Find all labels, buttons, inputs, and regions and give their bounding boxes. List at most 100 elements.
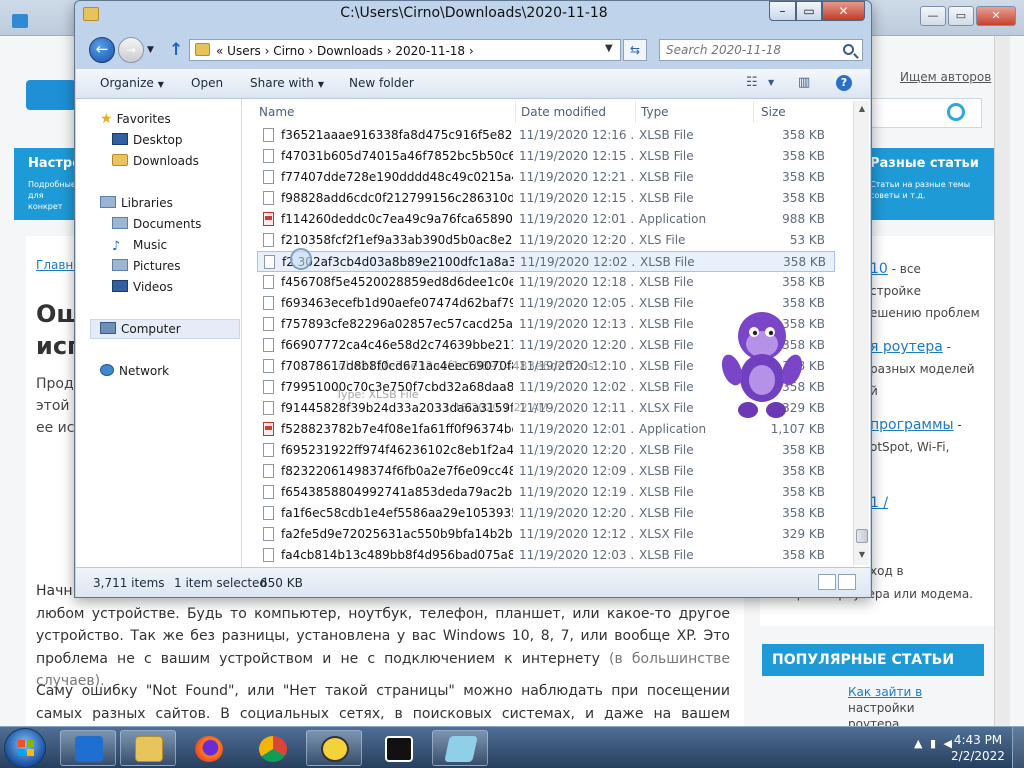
chevron-down-icon[interactable]: ▼ — [768, 78, 774, 87]
recent-pages-dropdown-icon[interactable]: ▼ — [147, 45, 154, 55]
firefox-icon — [195, 736, 223, 762]
popular-link-line[interactable]: Как зайти в — [848, 684, 968, 700]
nav-item-downloads[interactable]: Downloads — [112, 154, 199, 168]
column-divider[interactable] — [515, 101, 516, 123]
back-button[interactable]: ← — [89, 37, 115, 63]
change-view-icon[interactable]: ☷ — [746, 75, 758, 90]
chevron-down-icon[interactable]: ▼ — [605, 43, 613, 54]
search-input[interactable] — [666, 43, 836, 57]
new-folder-button[interactable]: New folder — [349, 76, 414, 90]
file-icon — [264, 255, 275, 269]
purple-gorilla-assistant-icon[interactable] — [718, 306, 804, 422]
taskbar-firefox-button[interactable] — [180, 730, 236, 766]
file-row[interactable]: f456708f5e4520028859ed8d6dee1c0ebbbf... 1… — [257, 272, 835, 293]
file-row[interactable]: f528823782b7e4f08e1fa61ff0f96374bee8... 1… — [257, 419, 835, 440]
show-desktop-button[interactable] — [1012, 727, 1024, 768]
nav-item-computer[interactable]: Computer — [100, 322, 181, 336]
column-header-name[interactable]: Name — [259, 105, 294, 119]
taskbar-chrome-button[interactable] — [244, 730, 300, 766]
authors-link[interactable]: Ищем авторов — [900, 70, 991, 84]
search-icon[interactable] — [947, 103, 965, 121]
column-divider[interactable] — [753, 101, 754, 123]
file-row[interactable]: f114260deddc0c7ea49c9a76fca658906798... 1… — [257, 209, 835, 230]
sidebar-line: otSpot, Wi-Fi, — [870, 440, 950, 454]
clock-date[interactable]: 2/2/2022 — [948, 749, 1008, 763]
large-icons-view-icon[interactable] — [838, 574, 856, 590]
help-icon[interactable]: ? — [836, 75, 852, 91]
nav-item-pictures[interactable]: Pictures — [112, 259, 181, 273]
forward-button[interactable]: → — [118, 37, 144, 63]
search-icon[interactable] — [843, 44, 854, 55]
preview-pane-icon[interactable]: ▥ — [798, 75, 810, 90]
file-row[interactable]: f47031b605d74015a46f7852bc5b50c6a7fe... 1… — [257, 146, 835, 167]
vertical-scrollbar[interactable]: ▲ ▼ — [853, 101, 869, 565]
share-with-button[interactable]: Share with ▼ — [250, 76, 324, 90]
category-tile-settings[interactable]: Настрой Подробные для конкрет — [14, 148, 90, 220]
file-size: 358 KB — [783, 255, 826, 269]
scroll-up-icon[interactable]: ▲ — [854, 101, 870, 117]
column-header-type[interactable]: Type — [641, 105, 669, 119]
nav-item-network[interactable]: Network — [100, 364, 169, 378]
nav-item-documents[interactable]: Documents — [112, 217, 201, 231]
sidebar-number[interactable]: 1 / — [870, 495, 888, 511]
column-header-size[interactable]: Size — [761, 105, 786, 119]
file-row[interactable]: fa4cb814b13c489bb8f4d956bad075a8b9f... 11… — [257, 545, 835, 566]
file-row[interactable]: fa2fe5d9e72025631ac550b9bfa14b2b4929... 1… — [257, 524, 835, 545]
nav-item-libraries[interactable]: Libraries — [100, 196, 173, 210]
address-path[interactable]: « Users › Cirno › Downloads › 2020-11-18… — [216, 44, 474, 58]
address-bar[interactable]: « Users › Cirno › Downloads › 2020-11-18… — [189, 39, 621, 61]
file-size: 1,107 KB — [770, 422, 825, 436]
column-divider[interactable] — [635, 101, 636, 123]
minimize-button[interactable]: – — [769, 1, 796, 21]
taskbar-explorer-button[interactable] — [120, 730, 176, 766]
taskbar-notepad-button[interactable] — [432, 730, 488, 766]
up-arrow-icon[interactable]: ▲ — [914, 737, 922, 750]
nav-label: Favorites — [116, 112, 171, 126]
sidebar-link-programs[interactable]: программы — [870, 417, 954, 433]
scroll-down-icon[interactable]: ▼ — [854, 547, 870, 563]
taskbar-7zip-button[interactable] — [370, 730, 426, 766]
file-row[interactable]: f77407dde728e190dddd48c49c0215a4eea... 11… — [257, 167, 835, 188]
nav-item-desktop[interactable]: Desktop — [112, 133, 183, 147]
file-row[interactable]: f98828add6cdc0f212799156c286310d0905... 1… — [257, 188, 835, 209]
file-row[interactable]: f36521aaae916338fa8d475c916f5e8214e78...… — [257, 125, 835, 146]
column-header-date[interactable]: Date modified — [521, 105, 606, 119]
open-button[interactable]: Open — [191, 76, 223, 90]
file-row[interactable]: f695231922ff974f46236102c8eb1f2a4baec...… — [257, 440, 835, 461]
search-box[interactable] — [659, 39, 863, 61]
clock-time[interactable]: 4:43 PM — [948, 733, 1008, 747]
details-view-icon[interactable] — [818, 574, 836, 590]
file-row[interactable]: f82322061498374f6fb0a2e7f6e09cc487880...… — [257, 461, 835, 482]
site-search-box[interactable] — [862, 98, 982, 128]
file-size: 358 KB — [782, 170, 825, 184]
site-logo[interactable] — [26, 80, 76, 110]
refresh-button[interactable]: ⇆ — [623, 39, 647, 61]
taskbar-app-button[interactable] — [306, 730, 362, 766]
taskbar-browser-button[interactable] — [60, 730, 116, 766]
up-arrow-icon[interactable]: ↑ — [169, 40, 183, 60]
file-name: fa2fe5d9e72025631ac550b9bfa14b2b4929... — [281, 527, 513, 541]
start-button[interactable] — [4, 728, 46, 768]
file-row[interactable]: f210358fcf2f1ef9a33ab390d5b0ac8e200ab...… — [257, 230, 835, 251]
nav-item-music[interactable]: ♪ Music — [112, 238, 167, 254]
nav-item-videos[interactable]: Videos — [112, 280, 173, 294]
close-button[interactable]: ✕ — [822, 1, 865, 21]
category-tile-misc[interactable]: Разные статьи Статьи на разные темы сове… — [862, 148, 994, 220]
nav-item-favorites[interactable]: ★ Favorites — [100, 111, 171, 127]
sidebar-number[interactable]: 10 — [870, 261, 888, 277]
popular-article-link[interactable]: Как зайти в настройки роутера — [848, 684, 968, 732]
browser-maximize-button[interactable]: ▭ — [948, 6, 974, 26]
maximize-button[interactable]: ▭ — [796, 1, 822, 21]
network-icon[interactable]: ▮ — [930, 737, 936, 750]
file-size: 358 KB — [782, 485, 825, 499]
file-row[interactable]: fa1f6ec58cdb1e4ef5586aa29e1053935c0b... 1… — [257, 503, 835, 524]
organize-button[interactable]: Organize ▼ — [100, 76, 164, 90]
sidebar-link-router[interactable]: я роутера — [870, 339, 943, 355]
file-row[interactable]: f2 302af3cb4d03a8b89e2100dfc1a8a331... 11… — [257, 251, 835, 272]
scrollbar-thumb[interactable] — [856, 529, 868, 543]
browser-minimize-button[interactable]: — — [920, 6, 946, 26]
file-row[interactable]: f6543858804992741a853deda79ac2b71a94... 1… — [257, 482, 835, 503]
file-type: XLSB File — [639, 128, 694, 142]
browser-close-button[interactable]: ✕ — [976, 6, 1016, 26]
browser-scrollbar[interactable] — [994, 36, 1010, 726]
